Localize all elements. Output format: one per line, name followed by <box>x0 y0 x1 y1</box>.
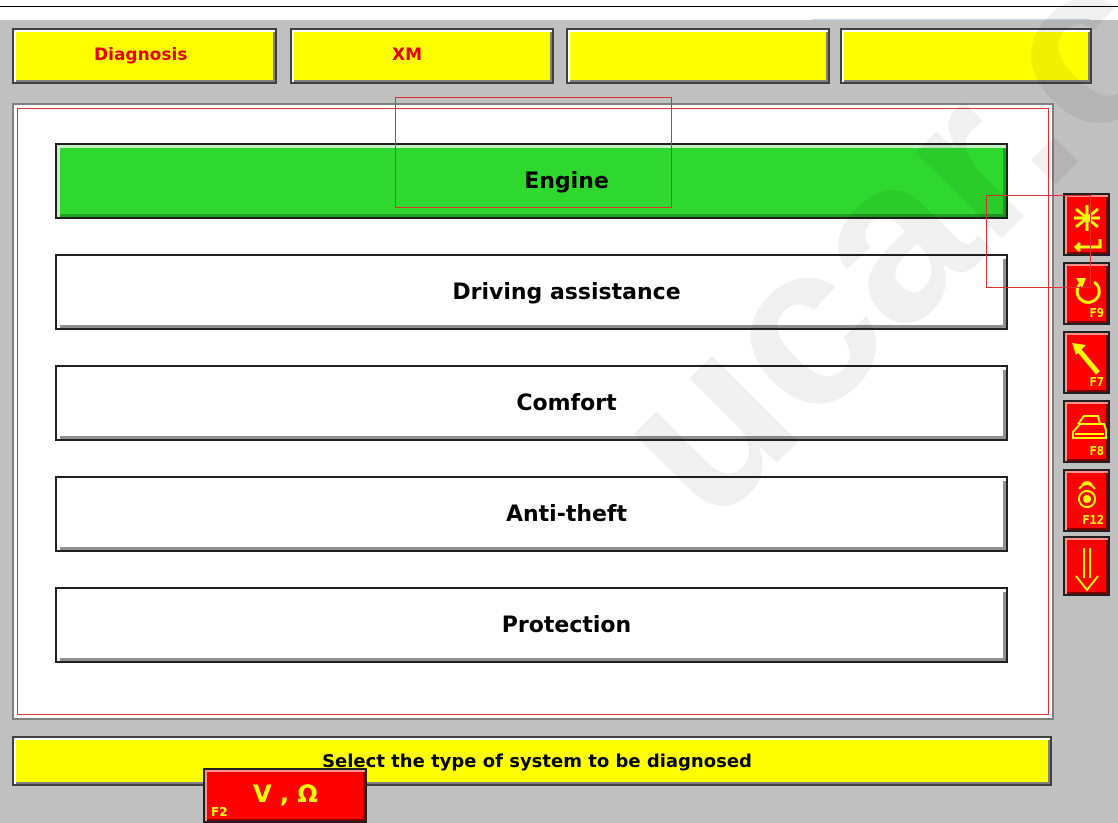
key-label: F9 <box>1089 306 1104 320</box>
tab-label: Diagnosis <box>94 45 188 65</box>
key-label: F12 <box>1082 513 1104 527</box>
tab-diagnosis[interactable]: Diagnosis <box>12 28 277 84</box>
arrow-up-left-icon <box>1072 343 1100 375</box>
menu-item-label: Anti-theft <box>505 501 628 527</box>
multimeter-key: F2 <box>211 805 228 819</box>
status-bar: Select the type of system to be diagnose… <box>12 736 1052 786</box>
tab-empty-2[interactable] <box>840 28 1092 84</box>
print-button[interactable]: F8 <box>1063 400 1110 463</box>
validate-button[interactable] <box>1063 193 1110 256</box>
menu-item-driving-assistance[interactable]: Driving assistance <box>55 254 1008 330</box>
menu-item-label: Comfort <box>516 390 617 416</box>
tab-empty-1[interactable] <box>566 28 830 84</box>
menu-item-engine[interactable]: Engine <box>55 143 1008 219</box>
top-rule <box>0 6 1118 7</box>
menu-item-label: Engine <box>524 168 609 194</box>
tab-vehicle[interactable]: XM <box>290 28 554 84</box>
tab-label: XM <box>392 45 423 65</box>
scroll-down-button[interactable] <box>1063 536 1110 596</box>
menu-item-anti-theft[interactable]: Anti-theft <box>55 476 1008 552</box>
communication-button[interactable]: F12 <box>1063 469 1110 532</box>
undo-button[interactable]: F9 <box>1063 262 1110 325</box>
menu-item-label: Protection <box>501 612 632 638</box>
asterisk-enter-icon <box>1073 205 1102 253</box>
multimeter-button[interactable]: V , Ω F2 <box>203 768 367 823</box>
multimeter-label: V , Ω <box>253 780 318 808</box>
key-label: F7 <box>1089 375 1104 389</box>
menu-item-label: Driving assistance <box>452 279 681 305</box>
back-button[interactable]: F7 <box>1063 331 1110 394</box>
undo-arrow-icon <box>1075 278 1101 304</box>
key-label: F8 <box>1089 444 1104 458</box>
menu-item-comfort[interactable]: Comfort <box>55 365 1008 441</box>
status-message: Select the type of system to be diagnose… <box>322 750 752 772</box>
antenna-icon <box>1078 481 1096 508</box>
print-icon <box>1072 415 1107 439</box>
arrow-down-icon <box>1075 548 1099 592</box>
menu-item-protection[interactable]: Protection <box>55 587 1008 663</box>
